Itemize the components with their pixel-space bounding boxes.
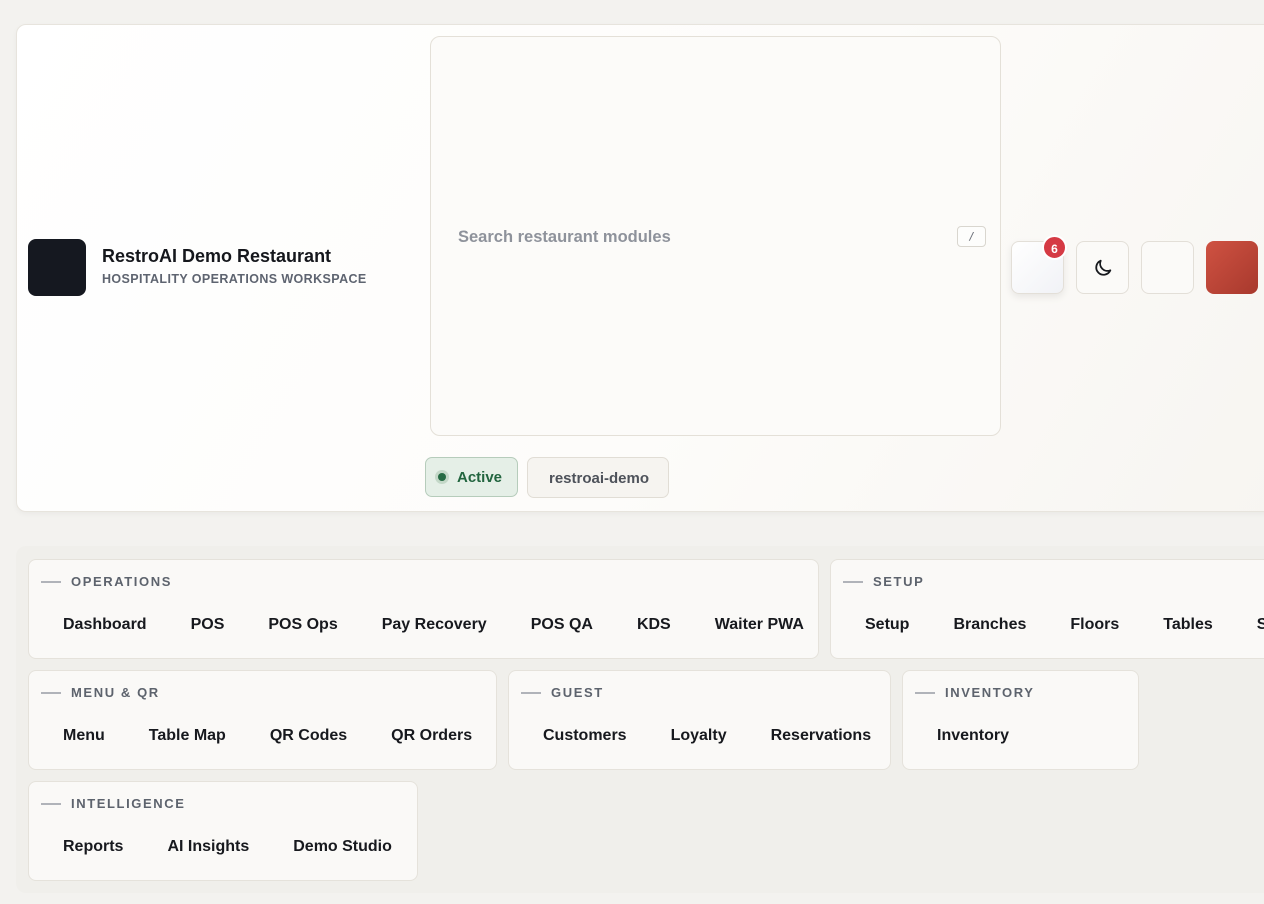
module-search[interactable]: /	[430, 36, 1001, 436]
nav-item-loyalty[interactable]: Loyalty	[649, 721, 749, 751]
quick-action-button[interactable]	[1141, 241, 1194, 294]
tenant-slug-badge: restroai-demo	[527, 457, 669, 498]
group-title-setup: SETUP	[873, 574, 925, 589]
nav-group-inventory: INVENTORY Inventory	[902, 670, 1139, 770]
group-title-guest: GUEST	[551, 685, 604, 700]
search-shortcut-hint: /	[957, 226, 986, 247]
nav-item-branches[interactable]: Branches	[931, 610, 1048, 640]
status-dot-icon	[435, 470, 449, 484]
restaurant-name: RestroAI Demo Restaurant	[102, 246, 332, 266]
group-title-inventory: INVENTORY	[945, 685, 1035, 700]
user-avatar-button[interactable]	[1206, 241, 1258, 294]
nav-item-floors[interactable]: Floors	[1048, 610, 1141, 640]
workspace-subtitle: HOSPITALITY OPERATIONS WORKSPACE	[102, 272, 367, 286]
nav-group-intelligence: INTELLIGENCE Reports AI Insights Demo St…	[28, 781, 418, 881]
status-badge: Active	[425, 457, 518, 497]
theme-toggle-button[interactable]	[1076, 241, 1129, 294]
nav-item-demo-studio[interactable]: Demo Studio	[271, 832, 414, 862]
search-input[interactable]	[458, 225, 938, 249]
nav-item-qr-orders[interactable]: QR Orders	[369, 721, 494, 751]
restaurant-logo[interactable]	[28, 239, 86, 296]
nav-item-qr-codes[interactable]: QR Codes	[248, 721, 369, 751]
tenant-slug: restroai-demo	[549, 470, 650, 487]
nav-item-tables[interactable]: Tables	[1141, 610, 1235, 640]
nav-item-pos[interactable]: POS	[169, 610, 247, 640]
nav-item-kds[interactable]: KDS	[615, 610, 693, 640]
nav-item-waiter-pwa[interactable]: Waiter PWA	[693, 610, 826, 640]
nav-item-ai-insights[interactable]: AI Insights	[145, 832, 271, 862]
nav-item-setup[interactable]: Setup	[843, 610, 931, 640]
nav-item-reports[interactable]: Reports	[41, 832, 145, 862]
group-title-operations: OPERATIONS	[71, 574, 172, 589]
nav-item-pos-qa[interactable]: POS QA	[509, 610, 615, 640]
nav-item-customers[interactable]: Customers	[521, 721, 649, 751]
nav-item-inventory[interactable]: Inventory	[915, 721, 1031, 751]
moon-icon	[1095, 259, 1112, 276]
nav-group-operations: OPERATIONS Dashboard POS POS Ops Pay Rec…	[28, 559, 819, 659]
group-title-menu-qr: MENU & QR	[71, 685, 160, 700]
status-label: Active	[457, 469, 503, 486]
group-title-intelligence: INTELLIGENCE	[71, 796, 186, 811]
nav-item-table-map[interactable]: Table Map	[127, 721, 248, 751]
nav-group-menu-qr: MENU & QR Menu Table Map QR Codes QR Ord…	[28, 670, 497, 770]
nav-item-staff[interactable]: St	[1235, 610, 1264, 640]
notification-count-badge: 6	[1042, 235, 1067, 260]
nav-item-menu[interactable]: Menu	[41, 721, 127, 751]
nav-item-pos-ops[interactable]: POS Ops	[246, 610, 359, 640]
nav-group-guest: GUEST Customers Loyalty Reservations	[508, 670, 891, 770]
nav-item-dashboard[interactable]: Dashboard	[41, 610, 169, 640]
nav-item-reservations[interactable]: Reservations	[749, 721, 894, 751]
nav-group-setup: SETUP Setup Branches Floors Tables St	[830, 559, 1264, 659]
nav-item-pay-recovery[interactable]: Pay Recovery	[360, 610, 509, 640]
